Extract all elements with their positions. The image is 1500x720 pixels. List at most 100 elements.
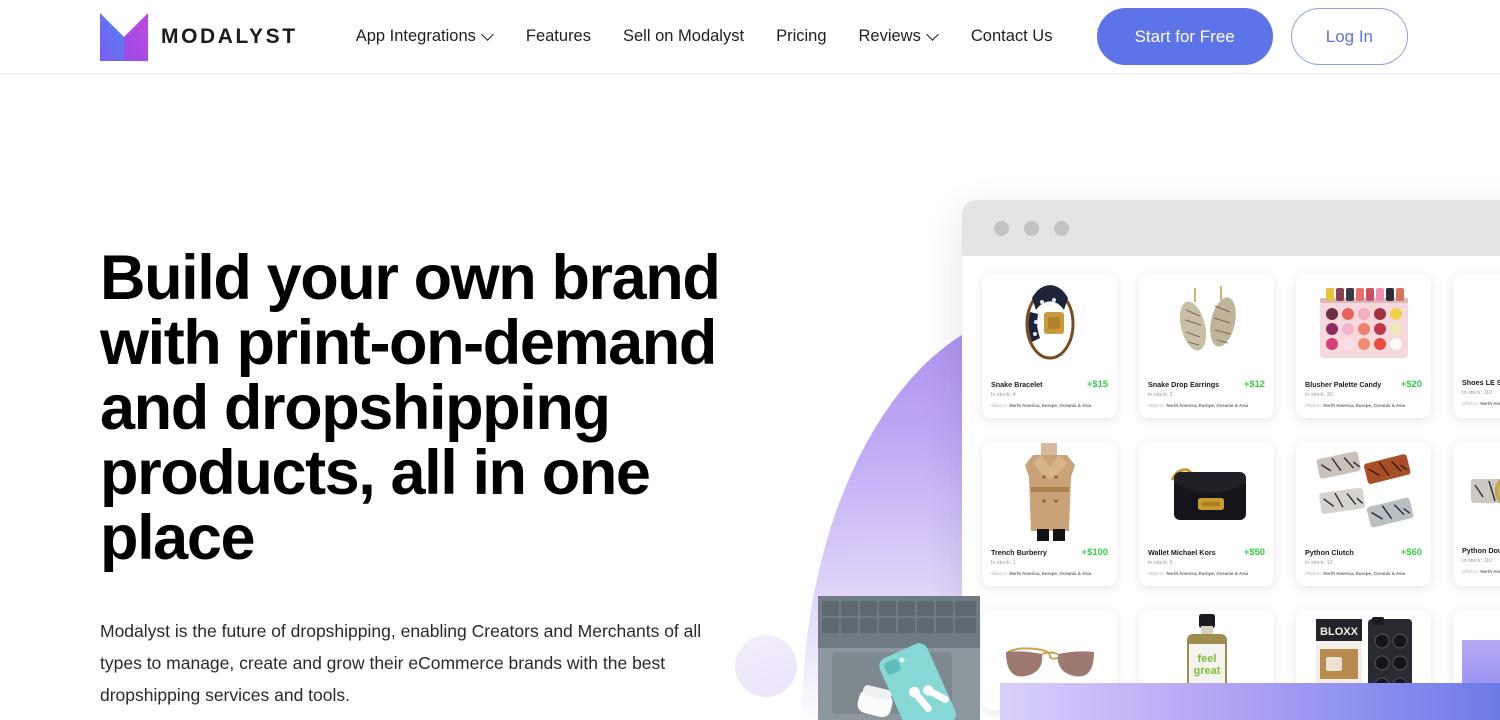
nav-label: Contact Us [970,27,1053,45]
product-name-price-row: Blusher Palette Candy +$20 [1305,378,1422,389]
chevron-down-icon [928,29,939,40]
product-price: +$100 [1081,546,1108,557]
product-shipping-regions: Ships to: North America, Europe, Oceania… [991,403,1092,408]
product-info: Snake Bracelet +$15 In stock: 4 Ships to: N… [982,374,1117,418]
product-card[interactable]: Trench Burberry +$100 In stock: 1 Ships to:… [982,442,1117,586]
product-image-belt [1453,442,1500,542]
product-name: Snake Bracelet [991,380,1043,389]
window-close-dot-icon[interactable] [994,220,1009,236]
product-shipping-regions: Ships to: North America, Europe, Oceania… [1462,401,1500,406]
product-image-bracelet [982,274,1117,374]
product-shipping-regions: Ships to: North America, Europe, Oceania… [1462,569,1500,574]
product-name-price-row: Snake Drop Earrings +$12 [1148,378,1265,389]
browser-mockup: Snake Bracelet +$15 In stock: 4 Ships to: N… [962,200,1500,720]
product-image-wallet [1139,442,1274,542]
nav-label: Reviews [858,27,921,45]
hero-section: Build your own brand with print-on-deman… [100,243,721,711]
product-shipping-regions: Ships to: North America, Europe, Oceania… [1148,571,1249,576]
product-stock: In stock: 5 [1148,560,1173,566]
product-stock: In stock: 12 [1305,560,1333,566]
product-name-price-row: Python Clutch +$60 [1305,546,1422,557]
product-name-price-row: Snake Bracelet +$15 [991,378,1108,389]
log-in-button[interactable]: Log In [1290,8,1408,65]
product-name: Python Double Belt [1462,546,1500,555]
product-stock: In stock: 2 [1148,392,1173,398]
product-card[interactable]: Python Double Belt In stock: 110 Ships to:… [1453,442,1500,586]
svg-text:great: great [1193,665,1220,677]
nav-label: Features [525,27,591,45]
product-shipping-regions: Ships to: North America, Europe, Oceania… [1305,403,1406,408]
product-card[interactable]: Shoes LE SILLA In stock: 110 Ships to: Nor… [1453,274,1500,418]
modalyst-m-logo-icon [100,12,148,61]
svg-text:feel: feel [1197,653,1216,665]
brand-name: MODALYST [161,24,298,48]
nav-label: Sell on Modalyst [623,27,745,45]
product-card[interactable]: Snake Bracelet +$15 In stock: 4 Ships to: N… [982,274,1117,418]
site-header: MODALYST App Integrations Features Sell … [0,0,1500,74]
product-stock: In stock: 110 [1462,390,1493,396]
product-image-earrings [1139,274,1274,374]
product-card-grid: Snake Bracelet +$15 In stock: 4 Ships to: N… [982,274,1500,710]
product-image-palette [1296,274,1431,374]
window-minimize-dot-icon[interactable] [1024,220,1039,236]
product-card[interactable]: Python Clutch +$60 In stock: 12 Ships to: N… [1296,442,1431,586]
product-price: +$20 [1400,378,1422,389]
product-info: Python Double Belt In stock: 110 Ships to:… [1453,542,1500,584]
product-name-price-row: Shoes LE SILLA [1462,378,1500,387]
lavender-circle-decoration [735,635,797,697]
hero-subtitle: Modalyst is the future of dropshipping, … [100,621,702,705]
product-stock: In stock: 1 [991,560,1016,566]
nav-item-reviews[interactable]: Reviews [843,17,955,57]
product-card[interactable]: Wallet Michael Kors +$50 In stock: 5 Ships … [1139,442,1274,586]
product-price: +$50 [1243,546,1265,557]
product-name-price-row: Python Double Belt [1462,546,1500,555]
product-catalog: Snake Bracelet +$15 In stock: 4 Ships to: N… [962,256,1500,710]
product-image-boot [1453,274,1500,374]
nav-item-app-integrations[interactable]: App Integrations [340,17,510,57]
product-price: +$15 [1086,378,1108,389]
page-title: Build your own brand with print-on-deman… [100,243,721,573]
product-stock: In stock: 30 [1305,392,1333,398]
main-nav: App Integrations Features Sell on Modaly… [340,17,1069,57]
purple-band-right-decoration [1462,640,1500,684]
header-actions: Start for Free Log In [1096,8,1408,65]
product-name: Blusher Palette Candy [1305,380,1382,389]
svg-text:BLOXX: BLOXX [1320,626,1359,638]
product-info: Trench Burberry +$100 In stock: 1 Ships to:… [982,542,1117,586]
product-card[interactable]: Blusher Palette Candy +$20 In stock: 30 Shi… [1296,274,1431,418]
nav-item-pricing[interactable]: Pricing [760,17,842,57]
nav-item-features[interactable]: Features [510,17,607,57]
product-name: Trench Burberry [991,548,1047,557]
desk-photo [818,596,980,720]
product-name: Python Clutch [1305,548,1354,557]
product-stock: In stock: 110 [1462,558,1493,564]
brand-logo[interactable]: MODALYST [100,12,298,61]
window-maximize-dot-icon[interactable] [1054,220,1069,236]
product-name-price-row: Wallet Michael Kors +$50 [1148,546,1265,557]
nav-item-sell-on-modalyst[interactable]: Sell on Modalyst [607,17,760,57]
product-price: +$60 [1400,546,1422,557]
product-shipping-regions: Ships to: North America, Europe, Oceania… [991,571,1092,576]
product-image-clutch [1296,442,1431,542]
product-stock: In stock: 4 [991,392,1016,398]
nav-label: Pricing [776,27,827,45]
product-name: Wallet Michael Kors [1148,548,1216,557]
landing-page: MODALYST App Integrations Features Sell … [0,0,1500,720]
nav-label: App Integrations [355,27,476,45]
product-name: Snake Drop Earrings [1148,380,1220,389]
product-shipping-regions: Ships to: North America, Europe, Oceania… [1148,403,1249,408]
product-price: +$12 [1243,378,1265,389]
product-name: Shoes LE SILLA [1462,378,1500,387]
product-info: Python Clutch +$60 In stock: 12 Ships to: N… [1296,542,1431,586]
product-shipping-regions: Ships to: North America, Europe, Oceania… [1305,571,1406,576]
product-card[interactable]: Snake Drop Earrings +$12 In stock: 2 Ships … [1139,274,1274,418]
product-info: Shoes LE SILLA In stock: 110 Ships to: Nor… [1453,374,1500,416]
chevron-down-icon [483,29,494,40]
product-info: Blusher Palette Candy +$20 In stock: 30 Shi… [1296,374,1431,418]
nav-item-contact-us[interactable]: Contact Us [955,17,1069,57]
product-image-trench [982,442,1117,542]
start-for-free-button[interactable]: Start for Free [1096,8,1273,65]
product-info: Snake Drop Earrings +$12 In stock: 2 Ships … [1139,374,1274,418]
browser-title-bar [962,200,1500,256]
purple-gradient-band [1000,683,1500,720]
